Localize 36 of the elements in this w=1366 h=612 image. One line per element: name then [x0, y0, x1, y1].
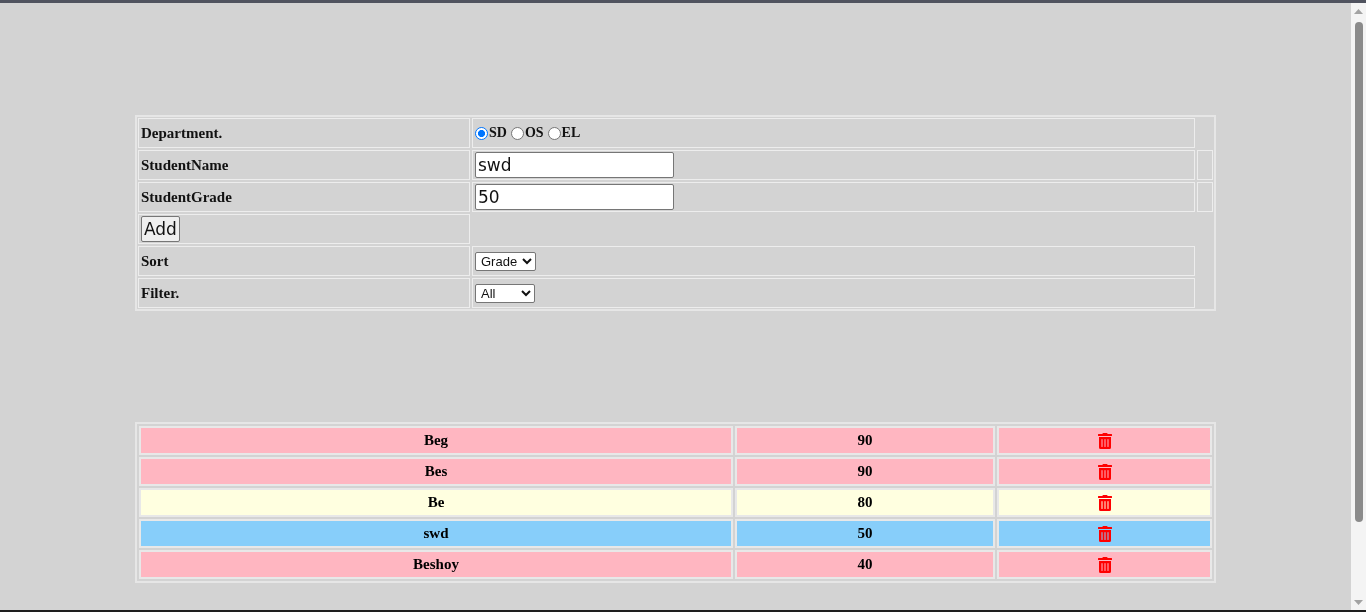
- text-field[interactable]: swd: [475, 152, 674, 178]
- field-label: StudentGrade: [141, 188, 232, 206]
- trash-icon[interactable]: [1097, 463, 1112, 480]
- table-cell: 80: [735, 488, 995, 517]
- trash-icon[interactable]: [1097, 556, 1112, 573]
- table-cell: Beg: [139, 426, 733, 455]
- select-dropdown[interactable]: Grade: [475, 251, 536, 271]
- radio-label: SD: [489, 125, 507, 141]
- field-label: Department.: [141, 124, 223, 142]
- field-label: Filter.: [141, 284, 180, 302]
- scroll-up-icon[interactable]: [1354, 9, 1363, 14]
- table-cell: [1197, 150, 1213, 180]
- table-cell: Beshoy: [139, 550, 733, 579]
- table-cell: swd: [139, 519, 733, 548]
- radio-label: OS: [524, 125, 544, 141]
- table-cell: Be: [139, 488, 733, 517]
- table-cell: Bes: [139, 457, 733, 486]
- add-button[interactable]: Add: [141, 216, 180, 242]
- radio-button[interactable]: [510, 126, 524, 140]
- field-label: StudentName: [141, 156, 229, 174]
- field-label: Sort: [141, 252, 169, 270]
- trash-icon[interactable]: [1097, 525, 1112, 542]
- trash-icon[interactable]: [1097, 432, 1112, 449]
- table-cell: 90: [735, 426, 995, 455]
- radio-button[interactable]: [475, 126, 488, 140]
- radio-label: EL: [561, 125, 581, 141]
- table-cell: [1197, 182, 1213, 212]
- text-field[interactable]: 50: [475, 184, 674, 210]
- scrollbar-thumb[interactable]: [1354, 22, 1363, 522]
- scroll-down-icon[interactable]: [1354, 600, 1363, 605]
- table-cell: 50: [735, 519, 995, 548]
- radio-button[interactable]: [547, 126, 561, 140]
- select-dropdown[interactable]: All: [475, 283, 535, 303]
- table-cell: 90: [735, 457, 995, 486]
- trash-icon[interactable]: [1097, 494, 1112, 511]
- table-cell: 40: [735, 550, 995, 579]
